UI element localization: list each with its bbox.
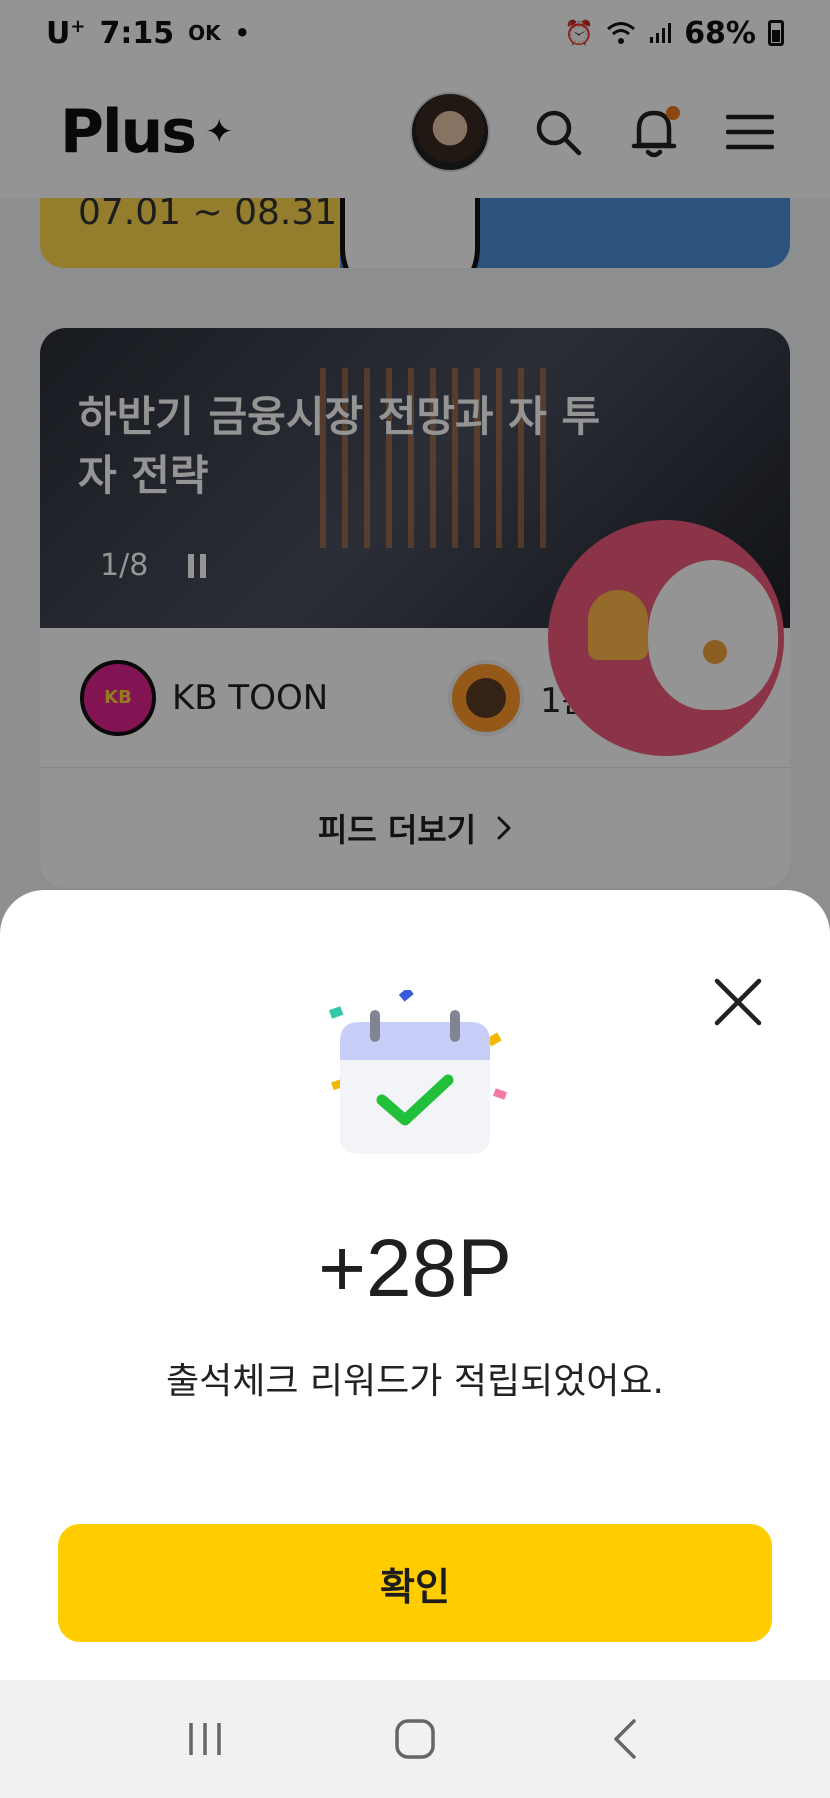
confirm-button[interactable]: 확인 [58,1524,772,1642]
reward-bottom-sheet: +28P 출석체크 리워드가 적립되었어요. 확인 [0,890,830,1680]
calendar-check-illustration [320,987,520,1170]
system-navigation-bar [0,1680,830,1798]
reward-message: 출석체크 리워드가 적립되었어요. [165,1361,664,1402]
recent-apps-icon [189,1723,221,1755]
close-icon [714,978,762,1026]
recent-apps-button[interactable] [165,1699,245,1779]
close-button[interactable] [710,974,766,1030]
home-button[interactable] [375,1699,455,1779]
reward-points: +28P [318,1223,512,1314]
back-button[interactable] [585,1699,665,1779]
back-icon [614,1719,636,1759]
calendar-check-icon [328,987,508,1154]
home-icon [395,1719,435,1759]
